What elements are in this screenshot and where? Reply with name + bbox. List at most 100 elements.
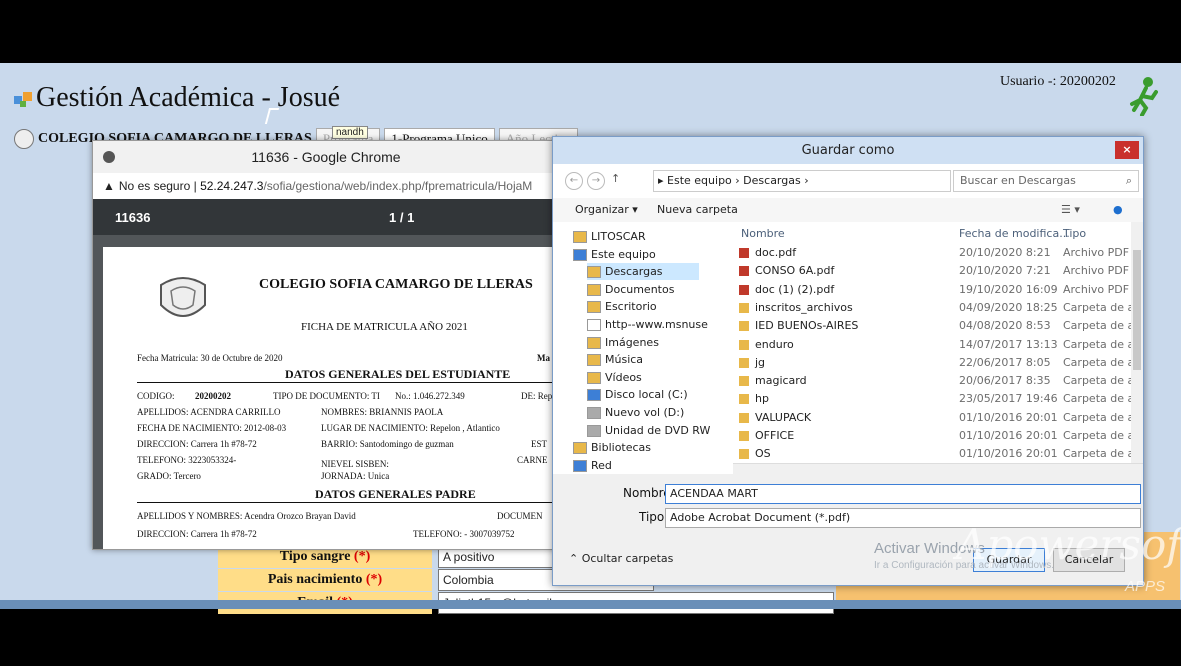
file-row[interactable]: inscritos_archivos 04/09/2020 18:25 Carpet…: [733, 299, 1143, 317]
address-bar[interactable]: ▲ No es seguro | 52.24.247.3/sofia/gestio…: [93, 173, 559, 200]
tree-item[interactable]: Documentos: [587, 281, 674, 298]
folder-icon: [573, 442, 587, 455]
file-row[interactable]: OS 01/10/2016 20:01 Carpeta de ar: [733, 445, 1143, 463]
dialog-nav-bar: ← → ↑ ▸ Este equipo › Descargas › Buscar…: [553, 164, 1143, 198]
column-name[interactable]: Nombre: [741, 227, 785, 240]
file-row[interactable]: CONSO 6A.pdf 20/10/2020 7:21 Archivo PDF: [733, 262, 1143, 280]
new-folder-button[interactable]: Nueva carpeta: [657, 203, 738, 216]
hide-folders-toggle[interactable]: ⌃ Ocultar carpetas: [569, 552, 673, 565]
exit-icon[interactable]: [1128, 76, 1158, 117]
tree-item[interactable]: Descargas: [587, 263, 699, 281]
file-date: 20/10/2020 8:21: [959, 246, 1051, 259]
doc-fecha: Fecha Matricula: 30 de Octubre de 2020: [137, 353, 283, 363]
pdf-toolbar: 11636 1 / 1: [93, 199, 559, 235]
url-host: 52.24.247.3: [200, 179, 264, 193]
tree-item[interactable]: Unidad de DVD RW: [587, 422, 710, 439]
back-arrow-icon[interactable]: ←: [565, 172, 583, 190]
search-input[interactable]: Buscar en Descargas ⌕: [953, 170, 1139, 192]
file-name: jg: [755, 355, 766, 369]
pdf-page-indicator[interactable]: 1 / 1: [389, 210, 414, 225]
file-name: CONSO 6A.pdf: [755, 264, 835, 278]
tree-item[interactable]: LITOSCAR: [573, 228, 646, 245]
pdf-file-icon: [739, 284, 749, 295]
file-name-cell: CONSO 6A.pdf: [739, 262, 834, 280]
file-name: inscritos_archivos: [755, 300, 853, 314]
tooltip: nandh: [332, 126, 368, 139]
file-row[interactable]: IED BUENOs-AIRES 04/08/2020 8:53 Carpeta d…: [733, 317, 1143, 335]
up-arrow-icon[interactable]: ↑: [611, 172, 620, 185]
file-name-cell: enduro: [739, 336, 794, 354]
app-title: Gestión Académica - Josué: [36, 82, 341, 113]
file-name-cell: OS: [739, 445, 771, 463]
file-row[interactable]: doc.pdf 20/10/2020 8:21 Archivo PDF: [733, 244, 1143, 262]
filename-input[interactable]: ACENDAA MART: [665, 484, 1141, 504]
file-type: Carpeta de ar: [1063, 355, 1139, 369]
save-as-dialog: Guardar como × ← → ↑ ▸ Este equipo › Des…: [552, 136, 1144, 586]
chrome-icon: [103, 151, 115, 163]
file-row[interactable]: hp 23/05/2017 19:46 Carpeta de ar: [733, 390, 1143, 408]
doc-lugar-nac: LUGAR DE NACIMIENTO: Repelon , Atlantico: [321, 423, 500, 433]
doc-fecha-right: Ma: [537, 353, 550, 363]
file-type: Carpeta de ar: [1063, 429, 1139, 442]
tree-item-label: Música: [605, 353, 644, 367]
column-type[interactable]: Tipo: [1063, 227, 1086, 240]
file-row[interactable]: magicard 20/06/2017 8:35 Carpeta de ar: [733, 372, 1143, 390]
file-name: OFFICE: [755, 429, 795, 442]
tree-item-label: Escritorio: [605, 300, 657, 314]
filetype-label: Tipo:: [639, 510, 669, 524]
tree-item[interactable]: http--www.msnuse: [587, 316, 708, 333]
tree-item-label: Vídeos: [605, 370, 642, 384]
folder-icon: [573, 459, 587, 472]
vertical-scrollbar[interactable]: [1131, 222, 1143, 463]
file-name: magicard: [755, 374, 807, 388]
tree-item[interactable]: Disco local (C:): [587, 386, 688, 403]
tree-item[interactable]: Imágenes: [587, 334, 659, 351]
tree-item-label: Disco local (C:): [605, 388, 688, 402]
file-row[interactable]: doc (1) (2).pdf 19/10/2020 16:09 Archivo P…: [733, 281, 1143, 299]
tree-item-label: Red: [591, 458, 612, 472]
folder-icon: [587, 371, 601, 384]
school-crest-icon: [155, 271, 211, 327]
tree-item-label: Nuevo vol (D:): [605, 406, 685, 419]
doc-grado: GRADO: Tercero: [137, 471, 201, 481]
folder-icon: [739, 394, 749, 405]
doc-codigo: 20200202: [195, 391, 231, 401]
file-row[interactable]: VALUPACK 01/10/2016 20:01 Carpeta de ar: [733, 409, 1143, 427]
folder-icon: [587, 319, 601, 331]
breadcrumb[interactable]: ▸ Este equipo › Descargas ›: [653, 170, 951, 192]
tree-item[interactable]: Este equipo: [573, 246, 656, 263]
file-date: 04/09/2020 18:25: [959, 300, 1058, 314]
tree-item[interactable]: Escritorio: [587, 298, 657, 315]
folder-icon: [739, 339, 749, 350]
folder-icon: [587, 389, 601, 402]
doc-apellidos: APELLIDOS: ACENDRA CARRILLO: [137, 407, 281, 417]
file-type: Carpeta de ar: [1063, 337, 1139, 351]
folder-icon: [587, 301, 601, 314]
tree-item-label: Unidad de DVD RW: [605, 423, 711, 437]
tree-item[interactable]: Bibliotecas: [573, 439, 651, 456]
file-row[interactable]: jg 22/06/2017 8:05 Carpeta de ar: [733, 354, 1143, 372]
folder-icon: [739, 302, 749, 313]
organize-button[interactable]: Organizar ▾: [575, 203, 638, 216]
doc-direccion: DIRECCION: Carrera 1h #78-72: [137, 439, 257, 449]
folder-icon: [573, 248, 587, 261]
column-date[interactable]: Fecha de modifica...: [959, 227, 1070, 240]
view-options-icon[interactable]: ☰ ▾: [1061, 203, 1080, 216]
tree-item[interactable]: Música: [587, 351, 643, 368]
scroll-thumb[interactable]: [1133, 250, 1141, 370]
tree-item[interactable]: Nuevo vol (D:): [587, 404, 684, 421]
file-name-cell: IED BUENOs-AIRES: [739, 317, 858, 335]
close-button[interactable]: ×: [1115, 141, 1139, 159]
file-name-cell: hp: [739, 390, 769, 408]
forward-arrow-icon[interactable]: →: [587, 172, 605, 190]
tree-item[interactable]: Vídeos: [587, 369, 642, 386]
doc-codigo-label: CODIGO:: [137, 391, 175, 401]
file-name-cell: magicard: [739, 372, 807, 390]
doc-telefono: TELEFONO: 3223053324-: [137, 455, 237, 465]
file-row[interactable]: enduro 14/07/2017 13:13 Carpeta de ar: [733, 336, 1143, 354]
pdf-page: COLEGIO SOFIA CAMARGO DE LLERAS FICHA DE…: [103, 247, 559, 549]
tree-item[interactable]: Red: [573, 457, 612, 474]
pdf-file-icon: [739, 248, 749, 258]
file-row[interactable]: OFFICE 01/10/2016 20:01 Carpeta de ar: [733, 427, 1143, 445]
help-icon[interactable]: ●: [1113, 203, 1123, 216]
